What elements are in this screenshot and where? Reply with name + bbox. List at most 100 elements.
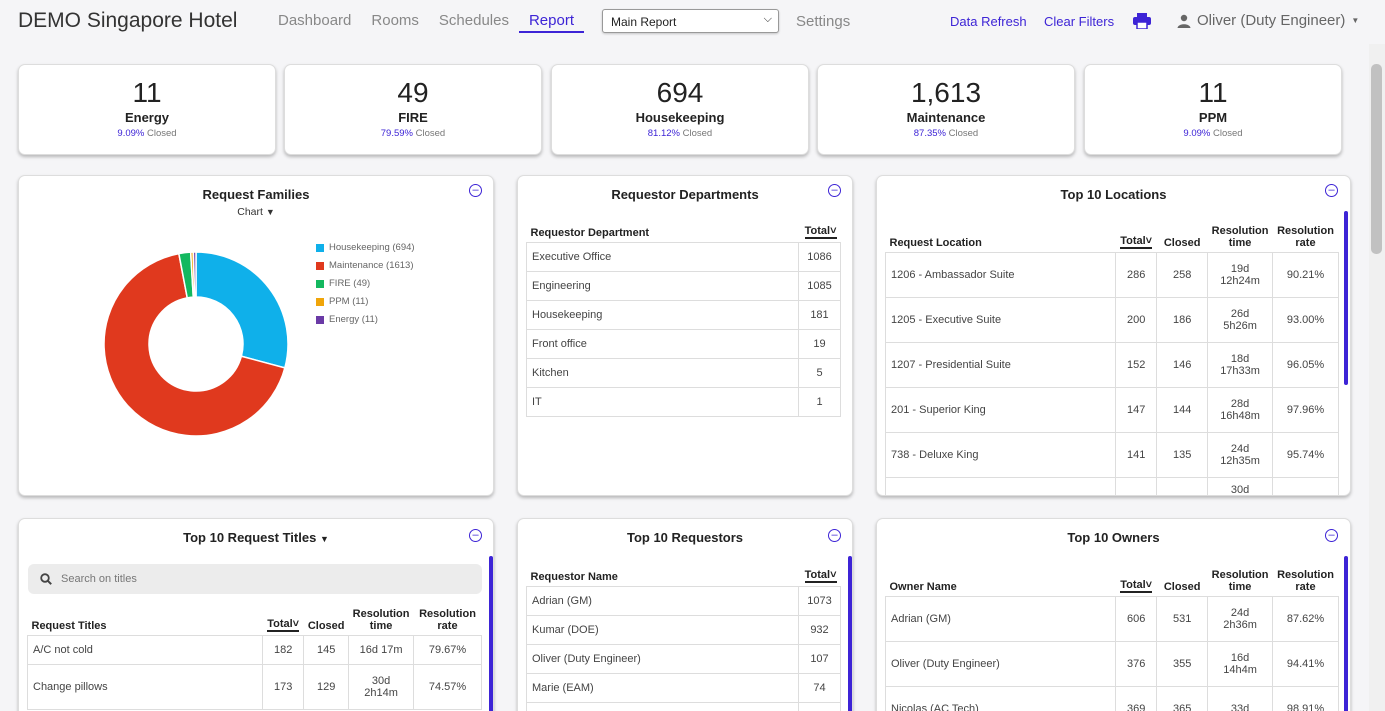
table-row[interactable]: IT 1: [526, 387, 841, 417]
cell-closed: 145: [303, 635, 350, 665]
table-row[interactable]: Adrian (GM) 606 531 24d 2h36m 87.62%: [884, 596, 1339, 642]
nav-report[interactable]: Report: [518, 0, 585, 44]
cell-total: 181: [798, 300, 841, 330]
cell-closed: 146: [1156, 342, 1209, 388]
table-row[interactable]: 1205 - Executive Suite 200 186 26d 5h26m 93.…: [884, 297, 1339, 343]
panel-title: Top 10 Requestors: [626, 530, 744, 545]
kpi-value: 49: [397, 77, 429, 108]
table-row[interactable]: Adrian (GM) 1073: [526, 586, 841, 616]
sort-total-header[interactable]: Total˅: [1116, 222, 1157, 253]
table-row[interactable]: Oliver (Duty Engineer) 376 355 16d 14h4m 94.…: [884, 641, 1339, 687]
kpi-energy[interactable]: 11 Energy 9.09% Closed: [18, 64, 276, 155]
nav-dashboard[interactable]: Dashboard: [268, 0, 361, 44]
table-row[interactable]: 1206 - Ambassador Suite 286 258 19d 12h24m 9…: [884, 252, 1339, 298]
sort-total-header[interactable]: Total˅: [1116, 566, 1157, 597]
table-row[interactable]: Kitchen 5: [526, 358, 841, 388]
panel-title: Requestor Departments: [611, 187, 759, 202]
table-row[interactable]: 30d: [884, 477, 1339, 495]
collapse-icon[interactable]: –: [828, 529, 841, 542]
table-row[interactable]: Engineering 1085: [526, 271, 841, 301]
requestors-table: Requestor Name Total˅ Adrian (GM) 1073 Ku…: [526, 566, 841, 711]
sort-down-icon: ˅: [1145, 579, 1153, 591]
legend-item[interactable]: PPM (11): [316, 296, 368, 307]
collapse-icon[interactable]: –: [1325, 184, 1338, 197]
table-row[interactable]: A/C not cold 182 145 16d 17m 79.67%: [26, 635, 482, 665]
request-families-donut[interactable]: [103, 251, 289, 437]
collapse-icon[interactable]: –: [469, 184, 482, 197]
table-row[interactable]: 201 - Superior King 147 144 28d 16h48m 97.96…: [884, 387, 1339, 433]
chart-toggle[interactable]: Chart ▼: [19, 206, 493, 218]
panel-title[interactable]: Top 10 Request Titles ▼: [19, 530, 493, 545]
table-row[interactable]: Kumar (DOE) 932: [526, 615, 841, 645]
nav-rooms[interactable]: Rooms: [361, 0, 429, 44]
table-row[interactable]: Nicolas (AC Tech) 369 365 33d 98.91%: [884, 686, 1339, 711]
top-locations-panel: Top 10 Locations – Request Location Tota…: [876, 175, 1351, 496]
panel-scrollbar[interactable]: [848, 556, 852, 711]
sort-total-header[interactable]: Total˅: [799, 566, 841, 587]
search-placeholder: Search on titles: [61, 573, 137, 585]
table-row[interactable]: Change pillows 173 129 30d 2h14m 74.57%: [26, 664, 482, 710]
legend-label: Maintenance (1613): [329, 260, 414, 271]
panel-scrollbar[interactable]: [1344, 211, 1348, 385]
panel-scrollbar[interactable]: [1344, 556, 1348, 711]
cell-total: 376: [1115, 641, 1158, 687]
panel-title: Request Families: [202, 187, 310, 202]
user-menu[interactable]: Oliver (Duty Engineer) ▼: [1177, 12, 1359, 29]
printer-icon[interactable]: [1133, 13, 1151, 29]
cell-closed: 186: [1156, 297, 1209, 343]
cell-location: 1207 - Presidential Suite: [884, 342, 1117, 388]
cell-location: 1206 - Ambassador Suite: [884, 252, 1117, 298]
cell-name: Kumar (DOE): [526, 615, 799, 645]
cell-location: 1205 - Executive Suite: [884, 297, 1117, 343]
table-row[interactable]: [526, 702, 841, 711]
nav-schedules[interactable]: Schedules: [429, 0, 519, 44]
kpi-fire[interactable]: 49 FIRE 79.59% Closed: [284, 64, 542, 155]
cell-closed: [1156, 477, 1209, 495]
nav-settings[interactable]: Settings: [796, 13, 850, 30]
kpi-maintenance[interactable]: 1,613 Maintenance 87.35% Closed: [817, 64, 1075, 155]
kpi-pct: 9.09%: [1183, 128, 1211, 139]
donut-slice-energy[interactable]: [192, 251, 197, 298]
sort-total-header[interactable]: Total˅: [263, 605, 304, 636]
search-titles-input[interactable]: Search on titles: [28, 564, 482, 594]
legend-item[interactable]: FIRE (49): [316, 278, 370, 289]
cell-total: 173: [262, 664, 305, 710]
caret-down-icon: ▼: [319, 534, 329, 544]
sort-total-header[interactable]: Total˅: [799, 222, 841, 243]
cell-total: 286: [1115, 252, 1158, 298]
collapse-icon[interactable]: –: [469, 529, 482, 542]
table-row[interactable]: Oliver (Duty Engineer) 107: [526, 644, 841, 674]
cell-owner: Nicolas (AC Tech): [884, 686, 1117, 711]
table-row[interactable]: 1207 - Presidential Suite 152 146 18d 17h33…: [884, 342, 1339, 388]
report-select[interactable]: Main Report ⌵: [602, 9, 779, 33]
legend-item[interactable]: Housekeeping (694): [316, 242, 415, 253]
donut-slice-housekeeping[interactable]: [195, 251, 289, 369]
legend-swatch: [316, 315, 324, 324]
panel-scrollbar[interactable]: [489, 556, 493, 711]
table-row[interactable]: Executive Office 1086: [526, 242, 841, 272]
clear-filters-link[interactable]: Clear Filters: [1044, 14, 1114, 29]
table-row[interactable]: Front office 19: [526, 329, 841, 359]
departments-table: Requestor Department Total˅ Executive Of…: [526, 222, 841, 417]
collapse-icon[interactable]: –: [828, 184, 841, 197]
top-requestors-panel: Top 10 Requestors – Requestor Name Total…: [517, 518, 853, 711]
cell-name: Oliver (Duty Engineer): [526, 644, 799, 674]
kpi-housekeeping[interactable]: 694 Housekeeping 81.12% Closed: [551, 64, 809, 155]
user-icon: [1177, 14, 1191, 28]
legend-item[interactable]: Energy (11): [316, 314, 378, 325]
page-scrollbar-thumb[interactable]: [1371, 64, 1382, 254]
cell-name: Kitchen: [526, 358, 799, 388]
table-row[interactable]: 738 - Deluxe King 141 135 24d 12h35m 95.74%: [884, 432, 1339, 478]
column-header: Closed: [1163, 237, 1201, 249]
kpi-label: Maintenance: [906, 110, 986, 125]
table-row[interactable]: Marie (EAM) 74: [526, 673, 841, 703]
panel-title-text: Top 10 Request Titles: [183, 530, 317, 545]
cell-total: 606: [1115, 596, 1158, 642]
cell-closed: 258: [1156, 252, 1209, 298]
collapse-icon[interactable]: –: [1325, 529, 1338, 542]
kpi-ppm[interactable]: 11 PPM 9.09% Closed: [1084, 64, 1342, 155]
cell-total: 1: [798, 387, 841, 417]
table-row[interactable]: Housekeeping 181: [526, 300, 841, 330]
data-refresh-link[interactable]: Data Refresh: [950, 14, 1027, 29]
legend-item[interactable]: Maintenance (1613): [316, 260, 414, 271]
